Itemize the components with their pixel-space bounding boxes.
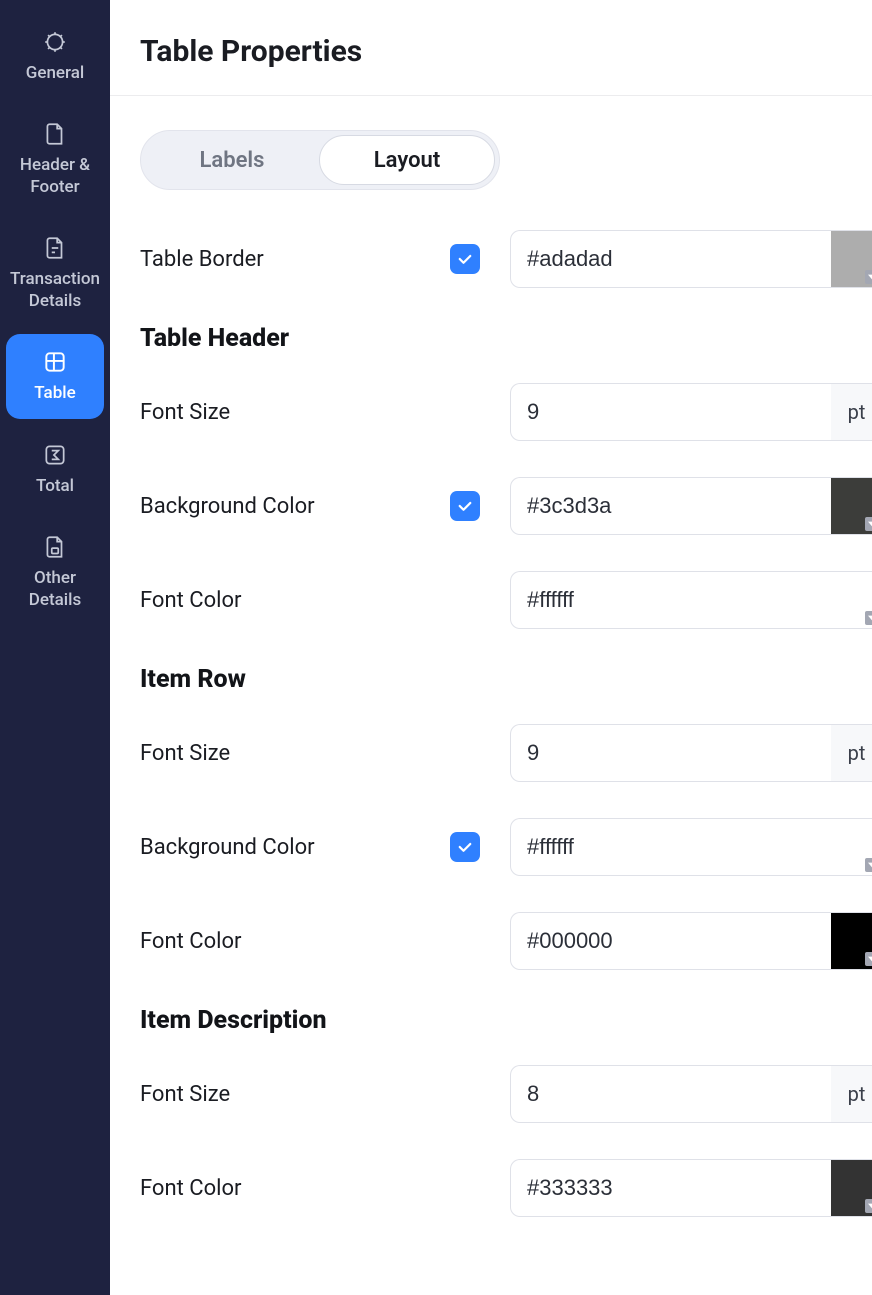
row-th-font-size: Font Size pt: [140, 383, 872, 441]
sidebar-item-total[interactable]: Total: [6, 427, 104, 511]
sigma-icon: [41, 441, 69, 469]
ir-font-color-label: Font Color: [140, 929, 450, 954]
table-border-color-input[interactable]: [510, 230, 831, 288]
id-font-color-label: Font Color: [140, 1176, 450, 1201]
row-id-font-size: Font Size pt: [140, 1065, 872, 1123]
row-table-border: Table Border: [140, 230, 872, 288]
sidebar-item-general[interactable]: General: [6, 14, 104, 98]
sidebar-item-transaction-details[interactable]: Transaction Details: [6, 220, 104, 326]
sidebar-item-label: Table: [34, 382, 75, 404]
sidebar-item-label: Header & Footer: [10, 154, 100, 198]
id-font-size-input[interactable]: [510, 1065, 831, 1123]
unit-pt-label: pt: [831, 724, 872, 782]
sidebar-item-label: Transaction Details: [10, 268, 100, 312]
table-border-label: Table Border: [140, 247, 450, 272]
tab-labels[interactable]: Labels: [145, 135, 319, 185]
tab-layout[interactable]: Layout: [319, 135, 495, 185]
ir-font-color-input[interactable]: [510, 912, 831, 970]
section-title-table-header: Table Header: [140, 324, 872, 353]
title-bar: Table Properties: [110, 0, 872, 96]
sidebar-item-header-footer[interactable]: Header & Footer: [6, 106, 104, 212]
tab-switcher: Labels Layout: [140, 130, 500, 190]
page-icon: [41, 120, 69, 148]
row-th-font-color: Font Color: [140, 571, 872, 629]
document-alt-icon: [41, 533, 69, 561]
th-font-color-label: Font Color: [140, 588, 450, 613]
th-font-size-input[interactable]: [510, 383, 831, 441]
th-font-color-swatch[interactable]: [831, 571, 872, 629]
id-font-color-input[interactable]: [510, 1159, 831, 1217]
table-icon: [41, 348, 69, 376]
ir-font-color-swatch[interactable]: [831, 912, 872, 970]
page-title: Table Properties: [140, 34, 872, 69]
settings-icon: [41, 28, 69, 56]
unit-pt-label: pt: [831, 1065, 872, 1123]
sidebar-item-label: General: [26, 62, 84, 84]
document-text-icon: [41, 234, 69, 262]
row-id-font-color: Font Color: [140, 1159, 872, 1217]
sidebar-item-label: Total: [36, 475, 74, 497]
th-bg-label: Background Color: [140, 494, 450, 519]
th-bg-color-input[interactable]: [510, 477, 831, 535]
th-bg-checkbox[interactable]: [450, 491, 480, 521]
ir-bg-color-swatch[interactable]: [831, 818, 872, 876]
section-title-item-row: Item Row: [140, 665, 872, 694]
unit-pt-label: pt: [831, 383, 872, 441]
ir-bg-label: Background Color: [140, 835, 450, 860]
sidebar-item-label: Other Details: [10, 567, 100, 611]
th-font-size-label: Font Size: [140, 400, 450, 425]
id-font-color-swatch[interactable]: [831, 1159, 872, 1217]
id-font-size-label: Font Size: [140, 1082, 450, 1107]
ir-bg-checkbox[interactable]: [450, 832, 480, 862]
main: Table Properties Labels Layout Table Bor…: [110, 0, 872, 1295]
sidebar-item-other-details[interactable]: Other Details: [6, 519, 104, 625]
row-th-bg-color: Background Color: [140, 477, 872, 535]
section-title-item-description: Item Description: [140, 1006, 872, 1035]
table-border-checkbox[interactable]: [450, 244, 480, 274]
ir-bg-color-input[interactable]: [510, 818, 831, 876]
row-ir-font-color: Font Color: [140, 912, 872, 970]
ir-font-size-input[interactable]: [510, 724, 831, 782]
sidebar-item-table[interactable]: Table: [6, 334, 104, 418]
th-font-color-input[interactable]: [510, 571, 831, 629]
row-ir-font-size: Font Size pt: [140, 724, 872, 782]
th-bg-color-swatch[interactable]: [831, 477, 872, 535]
sidebar: General Header & Footer Transaction Deta…: [0, 0, 110, 1295]
row-ir-bg-color: Background Color: [140, 818, 872, 876]
table-border-color-swatch[interactable]: [831, 230, 872, 288]
ir-font-size-label: Font Size: [140, 741, 450, 766]
